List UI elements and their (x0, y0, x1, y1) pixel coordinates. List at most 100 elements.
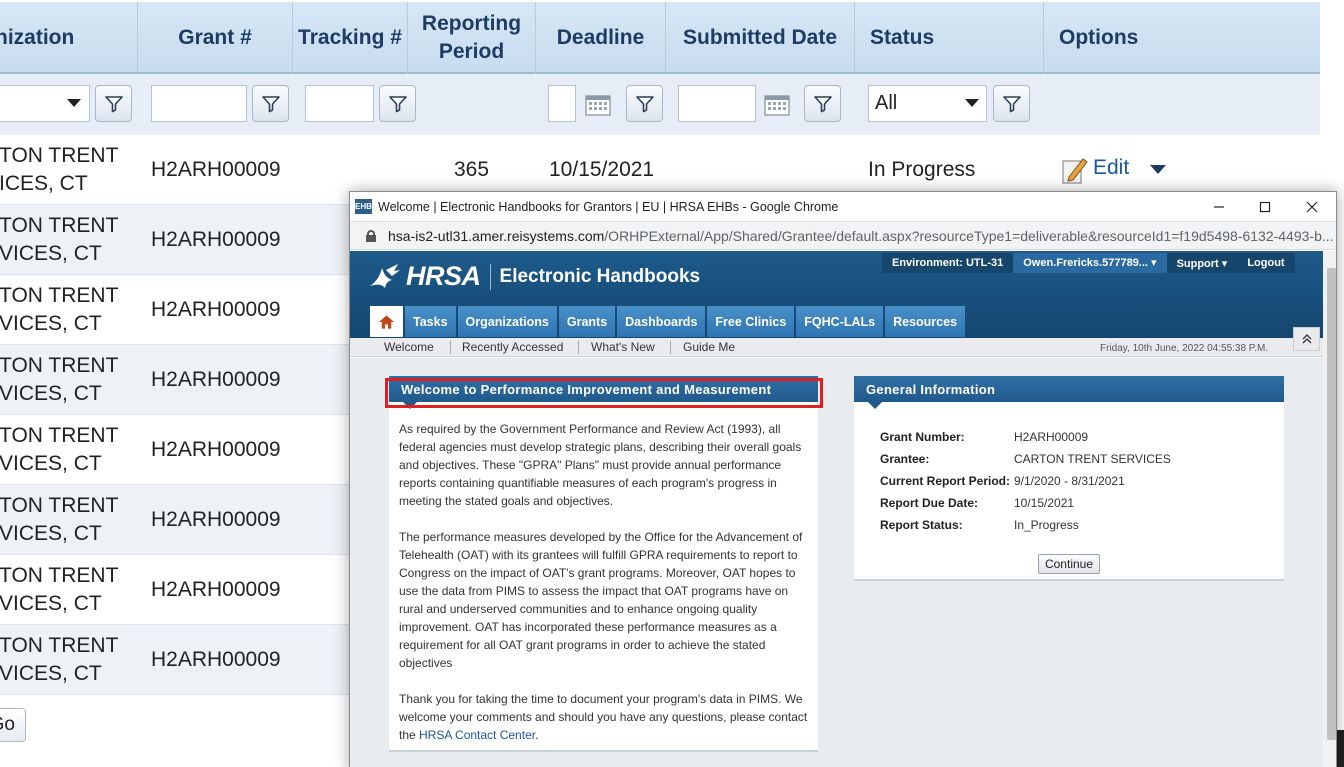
deadline-cell: 10/15/2021 (549, 158, 655, 181)
hrsa-contact-center-link[interactable]: HRSA Contact Center (419, 728, 535, 742)
filter-icon (813, 95, 832, 112)
subnav-divider (670, 341, 671, 354)
grant-cell: H2ARH00009 (151, 298, 281, 321)
header-options: Options (1059, 26, 1139, 49)
organization-cell: TON TRENT VICES, CT (0, 424, 119, 475)
grant-filter-input[interactable] (151, 85, 247, 122)
home-icon (378, 314, 395, 329)
grant-filter-button[interactable] (252, 85, 289, 122)
grant-cell: H2ARH00009 (151, 578, 281, 601)
hrsa-wordmark: HRSA (406, 261, 481, 291)
edit-icon[interactable] (1061, 155, 1089, 185)
hrsa-logo[interactable]: HRSA Electronic Handbooks (368, 261, 700, 292)
calendar-icon[interactable] (585, 94, 611, 116)
chevron-down-icon (965, 99, 979, 107)
tab-home[interactable] (370, 306, 403, 337)
info-row: Report Status: In_Progress (880, 518, 1079, 532)
support-menu[interactable]: Support (1167, 257, 1238, 270)
organization-cell: TON TRENT VICES, CT (0, 354, 119, 405)
header-reporting-period[interactable]: Reporting Period (408, 2, 536, 74)
lock-icon (366, 229, 376, 242)
tab-resources[interactable]: Resources (885, 306, 966, 337)
close-button[interactable] (1289, 192, 1335, 221)
filter-row: All (0, 74, 1320, 135)
scroll-to-top-button[interactable] (1293, 327, 1320, 351)
close-icon (1306, 201, 1318, 212)
double-chevron-up-icon (1302, 334, 1311, 344)
header-status[interactable]: Status (855, 2, 1044, 74)
tab-dashboards[interactable]: Dashboards (617, 306, 706, 337)
header-organization[interactable]: nization (0, 2, 138, 74)
maximize-button[interactable] (1242, 192, 1288, 221)
chevron-down-icon[interactable] (1150, 165, 1166, 174)
tab-free-clinics[interactable]: Free Clinics (707, 306, 795, 337)
grant-cell: H2ARH00009 (151, 228, 281, 251)
filter-icon (1002, 95, 1021, 112)
maximize-icon (1259, 201, 1271, 212)
subnav-recently-accessed[interactable]: Recently Accessed (462, 340, 563, 354)
subnav-guide-me[interactable]: Guide Me (683, 340, 735, 354)
go-button[interactable]: Go (0, 708, 26, 742)
calendar-icon[interactable] (764, 94, 790, 116)
header-tracking[interactable]: Tracking # (293, 2, 408, 74)
tab-fqhc-lals[interactable]: FQHC-LALs (796, 306, 884, 337)
main-nav-tabs: Tasks Organizations Grants Dashboards Fr… (370, 306, 967, 337)
organization-cell: TON TRENT VICES, CT (0, 494, 119, 545)
background-edge (1337, 730, 1344, 767)
status-cell: In Progress (868, 158, 976, 181)
user-menu[interactable]: Owen.Frericks.577789... (1013, 253, 1167, 273)
address-bar[interactable]: hsa-is2-utl31.amer.reisystems.com /ORHPE… (350, 221, 1336, 250)
edit-link[interactable]: Edit (1093, 154, 1129, 182)
tab-organizations[interactable]: Organizations (457, 306, 557, 337)
submitted-date-filter-button[interactable] (804, 85, 841, 122)
hrsa-banner: HRSA Electronic Handbooks Environment: U… (350, 251, 1323, 338)
organization-cell: TON TRENT ICES, CT (0, 144, 119, 195)
chevron-down-icon (67, 99, 81, 107)
subnav-whats-new[interactable]: What's New (591, 340, 655, 354)
general-information-table: Grant Number: H2ARH00009 Grantee: CARTON T… (880, 426, 1171, 536)
app-title: Electronic Handbooks (499, 265, 701, 287)
submitted-date-filter-input[interactable] (678, 85, 756, 122)
logout-link[interactable]: Logout (1237, 257, 1294, 269)
top-utility-bar: Environment: UTL-31 Owen.Frericks.577789… (882, 253, 1295, 273)
tab-tasks[interactable]: Tasks (405, 306, 456, 337)
organization-cell: TON TRENT VICES, CT (0, 634, 119, 685)
header-deadline[interactable]: Deadline (536, 2, 666, 74)
ehb-favicon-icon: EHB (355, 199, 372, 214)
highlight-box (385, 378, 823, 408)
window-title: Welcome | Electronic Handbooks for Grant… (378, 199, 839, 214)
environment-label: Environment: UTL-31 (892, 257, 1004, 269)
minimize-button[interactable] (1196, 192, 1242, 221)
scrollbar-thumb[interactable] (1327, 268, 1336, 740)
window-titlebar[interactable]: EHB Welcome | Electronic Handbooks for G… (350, 192, 1336, 221)
current-datetime: Friday, 10th June, 2022 04:55:38 P.M. (1100, 343, 1269, 354)
chrome-popup-window: EHB Welcome | Electronic Handbooks for G… (349, 191, 1337, 767)
general-information-panel: General Information Grant Number: H2ARH00… (854, 376, 1284, 581)
deadline-filter-button[interactable] (626, 85, 663, 122)
tab-grants[interactable]: Grants (558, 306, 616, 337)
status-filter-button[interactable] (993, 85, 1030, 122)
grant-cell: H2ARH00009 (151, 648, 281, 671)
deadline-filter-input[interactable] (548, 85, 576, 122)
subnav-welcome[interactable]: Welcome (384, 340, 434, 354)
general-information-title: General Information (854, 376, 1284, 409)
grant-cell: H2ARH00009 (151, 508, 281, 531)
grid-header: nization Grant # Tracking # Reporting Pe… (0, 2, 1320, 74)
continue-button[interactable]: Continue (1038, 554, 1100, 574)
sub-navigation: Welcome Recently Accessed What's New Gui… (350, 338, 1323, 357)
organization-cell: TON TRENT VICES, CT (0, 284, 119, 335)
organization-cell: TON TRENT VICES, CT (0, 214, 119, 265)
welcome-paragraph-2: The performance measures developed by th… (399, 530, 803, 670)
welcome-paragraph-1: As required by the Government Performanc… (399, 422, 802, 508)
url-path: /ORHPExternal/App/Shared/Grantee/default… (604, 227, 1334, 244)
welcome-panel: Welcome to Performance Improvement and M… (389, 376, 818, 752)
minimize-icon (1214, 205, 1224, 208)
info-row: Grant Number: H2ARH00009 (880, 430, 1089, 444)
organization-filter-button[interactable] (95, 85, 132, 122)
tracking-filter-input[interactable] (305, 85, 374, 122)
subnav-divider (578, 341, 579, 354)
filter-icon (388, 95, 407, 112)
header-submitted-date[interactable]: Submitted Date (666, 2, 855, 74)
tracking-filter-button[interactable] (379, 85, 416, 122)
header-grant[interactable]: Grant # (138, 2, 293, 74)
